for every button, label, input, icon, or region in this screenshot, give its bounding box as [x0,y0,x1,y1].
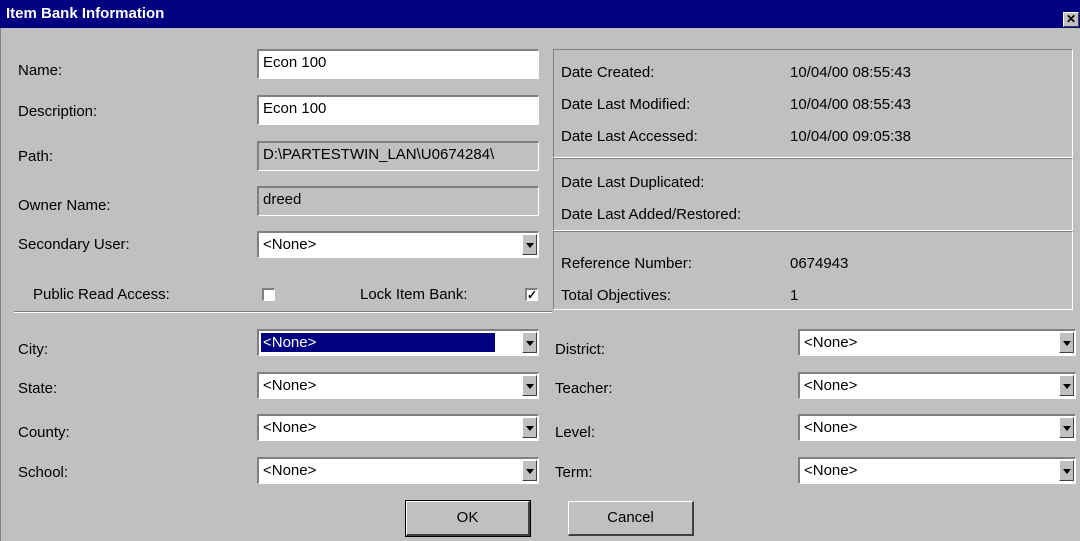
cancel-button[interactable]: Cancel [568,501,694,536]
window-frame [0,28,9,541]
level-label: Level: [555,424,596,441]
reference-number-label: Reference Number: [561,255,692,272]
ok-button[interactable]: OK [405,500,531,537]
city-value: <None> [260,332,496,353]
description-label: Description: [18,103,98,120]
date-created-value: 10/04/00 08:55:43 [790,64,911,81]
county-label: County: [18,424,70,441]
total-objectives-value: 1 [790,287,799,304]
chevron-down-icon[interactable] [1059,460,1074,481]
school-select[interactable]: <None> [257,457,539,484]
secondary-user-label: Secondary User: [18,236,130,253]
name-label: Name: [18,62,63,79]
date-duplicated-label: Date Last Duplicated: [561,174,705,191]
path-label: Path: [18,148,54,165]
teacher-label: Teacher: [555,380,613,397]
window-title: Item Bank Information [6,5,165,22]
date-restored-label: Date Last Added/Restored: [561,206,742,223]
close-icon[interactable]: ✕ [1063,12,1079,27]
level-select[interactable]: <None> [798,414,1076,441]
path-field: D:\PARTESTWIN_LAN\U0674284\ [257,141,539,171]
school-value: <None> [263,462,317,479]
term-select[interactable]: <None> [798,457,1076,484]
lock-item-bank-label: Lock Item Bank: [360,286,468,303]
chevron-down-icon[interactable] [522,234,537,255]
total-objectives-label: Total Objectives: [561,287,672,304]
city-label: City: [18,341,48,358]
term-label: Term: [555,464,593,481]
chevron-down-icon[interactable] [1059,375,1074,396]
teacher-value: <None> [804,377,858,394]
county-value: <None> [263,419,317,436]
school-label: School: [18,464,69,481]
chevron-down-icon[interactable] [1059,417,1074,438]
secondary-user-value: <None> [263,236,317,253]
state-select[interactable]: <None> [257,372,539,399]
chevron-down-icon[interactable] [522,460,537,481]
date-modified-value: 10/04/00 08:55:43 [790,96,911,113]
county-select[interactable]: <None> [257,414,539,441]
level-value: <None> [804,419,858,436]
date-created-label: Date Created: [561,64,655,81]
date-modified-label: Date Last Modified: [561,96,691,113]
district-value: <None> [804,334,858,351]
title-bar: Item Bank Information [0,0,1080,28]
public-read-checkbox[interactable] [262,288,275,301]
state-value: <None> [263,377,317,394]
chevron-down-icon[interactable] [522,375,537,396]
chevron-down-icon[interactable] [522,417,537,438]
date-accessed-label: Date Last Accessed: [561,128,698,145]
chevron-down-icon[interactable] [1059,332,1074,353]
city-select[interactable]: <None> [257,329,539,356]
owner-name-field: dreed [257,186,539,216]
term-value: <None> [804,462,858,479]
teacher-select[interactable]: <None> [798,372,1076,399]
date-accessed-value: 10/04/00 09:05:38 [790,128,911,145]
secondary-user-select[interactable]: <None> [257,231,539,258]
reference-number-value: 0674943 [790,255,849,272]
lock-item-bank-checkbox[interactable]: ✓ [525,288,538,301]
district-label: District: [555,341,605,358]
description-input[interactable]: Econ 100 [257,95,539,125]
owner-name-label: Owner Name: [18,197,111,214]
divider [14,311,552,313]
chevron-down-icon[interactable] [522,332,537,353]
district-select[interactable]: <None> [798,329,1076,356]
name-input[interactable]: Econ 100 [257,49,539,79]
state-label: State: [18,380,58,397]
public-read-label: Public Read Access: [33,286,170,303]
